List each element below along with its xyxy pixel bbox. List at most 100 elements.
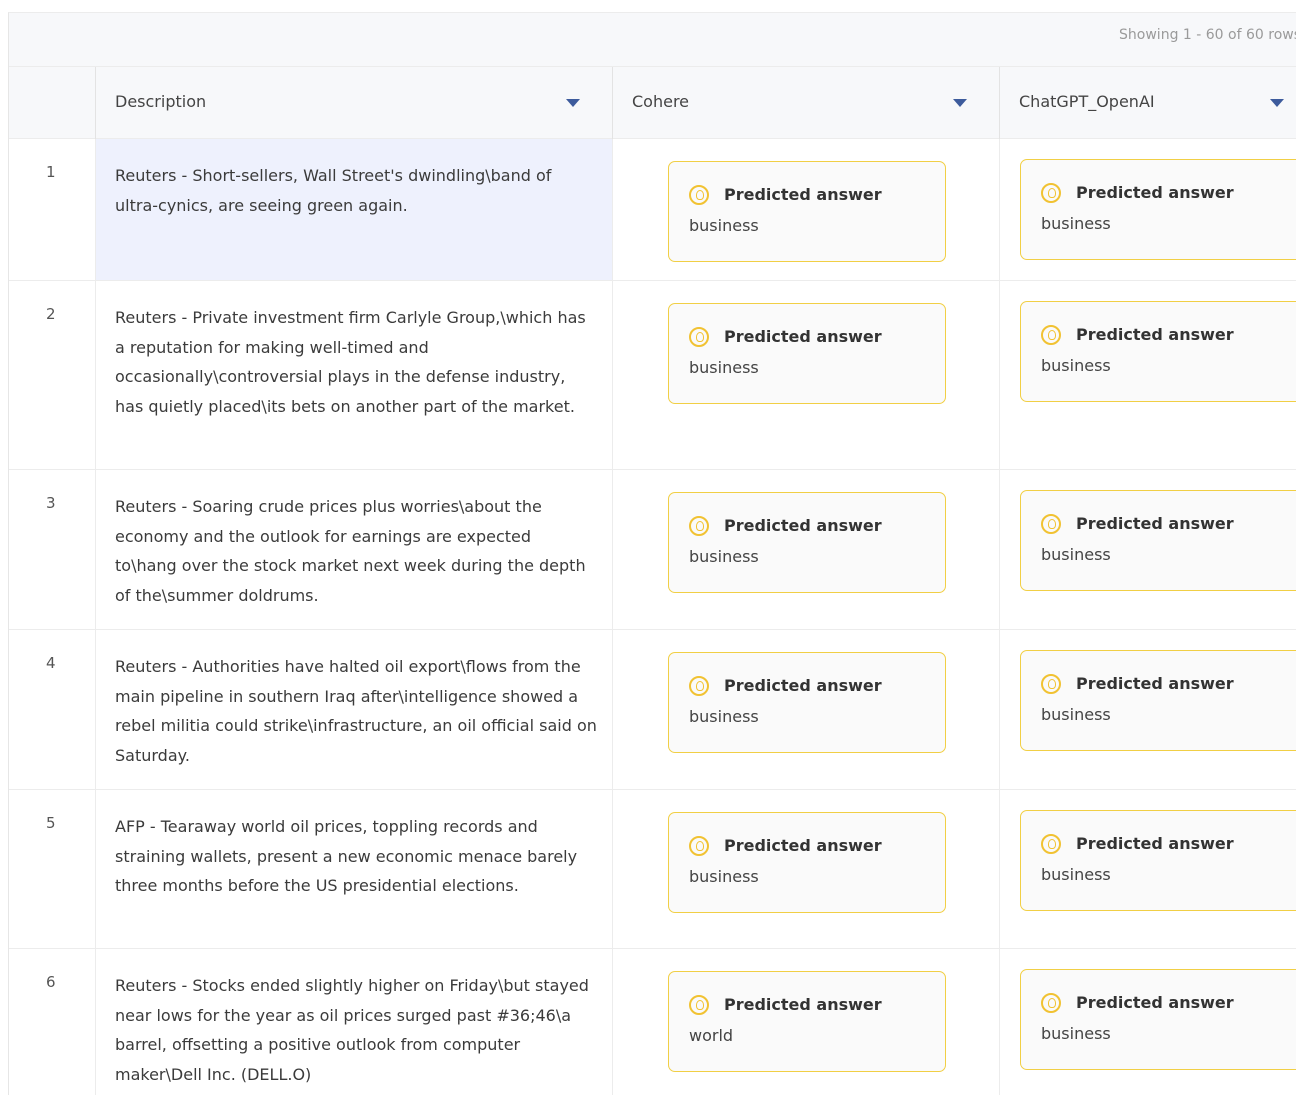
description-text: Reuters - Private investment firm Carlyl…: [115, 308, 586, 416]
cohere-cell: Predicted answer world: [612, 949, 999, 1095]
predicted-answer-card[interactable]: Predicted answer business: [668, 812, 946, 913]
row-index-cell: 1: [9, 139, 95, 280]
table-header: Description Cohere ChatGPT_OpenAI: [9, 67, 1296, 139]
table-row[interactable]: 1 Reuters - Short-sellers, Wall Street's…: [9, 139, 1296, 281]
sort-dropdown-icon[interactable]: [953, 99, 967, 107]
chatgpt-cell: Predicted answer business: [999, 790, 1296, 948]
sort-dropdown-icon[interactable]: [1270, 99, 1284, 107]
table-row[interactable]: 6 Reuters - Stocks ended slightly higher…: [9, 949, 1296, 1095]
lightbulb-icon: [1041, 993, 1061, 1013]
predicted-answer-title: Predicted answer: [724, 516, 882, 535]
predicted-answer-value: business: [1041, 214, 1111, 233]
row-index-cell: 3: [9, 470, 95, 629]
predicted-answer-value: business: [1041, 545, 1111, 564]
predicted-answer-value: business: [689, 867, 759, 886]
cohere-cell: Predicted answer business: [612, 790, 999, 948]
description-cell[interactable]: Reuters - Stocks ended slightly higher o…: [95, 949, 613, 1095]
cohere-cell: Predicted answer business: [612, 630, 999, 789]
lightbulb-icon: [689, 327, 709, 347]
description-cell[interactable]: Reuters - Authorities have halted oil ex…: [95, 630, 613, 789]
lightbulb-icon: [1041, 183, 1061, 203]
table-row[interactable]: 5 AFP - Tearaway world oil prices, toppl…: [9, 790, 1296, 949]
chatgpt-cell: Predicted answer business: [999, 949, 1296, 1095]
chatgpt-cell: Predicted answer business: [999, 281, 1296, 469]
predicted-answer-title: Predicted answer: [1076, 183, 1234, 202]
predicted-answer-value: business: [689, 707, 759, 726]
row-index: 5: [46, 814, 56, 832]
lightbulb-icon: [1041, 834, 1061, 854]
predicted-answer-value: business: [689, 358, 759, 377]
predicted-answer-value: business: [1041, 705, 1111, 724]
predicted-answer-title: Predicted answer: [1076, 325, 1234, 344]
predicted-answer-card[interactable]: Predicted answer business: [668, 492, 946, 593]
results-table: Showing 1 - 60 of 60 rows Description Co…: [8, 12, 1296, 1095]
lightbulb-icon: [1041, 674, 1061, 694]
table-row[interactable]: 2 Reuters - Private investment firm Carl…: [9, 281, 1296, 470]
row-index-cell: 6: [9, 949, 95, 1095]
cohere-cell: Predicted answer business: [612, 470, 999, 629]
predicted-answer-value: world: [689, 1026, 734, 1045]
row-index-cell: 2: [9, 281, 95, 469]
table-row[interactable]: 4 Reuters - Authorities have halted oil …: [9, 630, 1296, 790]
row-index-cell: 4: [9, 630, 95, 789]
description-text: Reuters - Soaring crude prices plus worr…: [115, 497, 586, 605]
row-count-label: Showing 1 - 60 of 60 rows: [1119, 27, 1296, 43]
lightbulb-icon: [689, 516, 709, 536]
predicted-answer-card[interactable]: Predicted answer business: [1020, 810, 1296, 911]
row-index: 1: [46, 163, 56, 181]
predicted-answer-value: business: [1041, 865, 1111, 884]
row-index: 3: [46, 494, 56, 512]
cohere-cell: Predicted answer business: [612, 281, 999, 469]
predicted-answer-title: Predicted answer: [724, 185, 882, 204]
description-text: AFP - Tearaway world oil prices, topplin…: [115, 817, 578, 896]
column-header-cohere[interactable]: Cohere: [612, 67, 999, 139]
lightbulb-icon: [689, 836, 709, 856]
table-toolbar: Showing 1 - 60 of 60 rows: [9, 13, 1296, 67]
predicted-answer-card[interactable]: Predicted answer business: [1020, 159, 1296, 260]
column-header-chatgpt[interactable]: ChatGPT_OpenAI: [999, 67, 1296, 139]
predicted-answer-card[interactable]: Predicted answer business: [1020, 301, 1296, 402]
chatgpt-cell: Predicted answer business: [999, 630, 1296, 789]
predicted-answer-card[interactable]: Predicted answer world: [668, 971, 946, 1072]
predicted-answer-card[interactable]: Predicted answer business: [668, 161, 946, 262]
predicted-answer-card[interactable]: Predicted answer business: [668, 652, 946, 753]
description-text: Reuters - Authorities have halted oil ex…: [115, 657, 597, 765]
column-header-label: ChatGPT_OpenAI: [1019, 92, 1155, 111]
column-header-label: Cohere: [632, 92, 690, 111]
sort-dropdown-icon[interactable]: [566, 99, 580, 107]
predicted-answer-value: business: [689, 547, 759, 566]
predicted-answer-value: business: [1041, 356, 1111, 375]
predicted-answer-title: Predicted answer: [1076, 834, 1234, 853]
description-cell[interactable]: Reuters - Soaring crude prices plus worr…: [95, 470, 613, 629]
predicted-answer-title: Predicted answer: [724, 327, 882, 346]
predicted-answer-card[interactable]: Predicted answer business: [1020, 969, 1296, 1070]
predicted-answer-value: business: [689, 216, 759, 235]
predicted-answer-card[interactable]: Predicted answer business: [1020, 650, 1296, 751]
row-index: 6: [46, 973, 56, 991]
table-row[interactable]: 3 Reuters - Soaring crude prices plus wo…: [9, 470, 1296, 630]
predicted-answer-card[interactable]: Predicted answer business: [668, 303, 946, 404]
index-column-header: [9, 67, 95, 139]
row-index: 2: [46, 305, 56, 323]
description-cell[interactable]: AFP - Tearaway world oil prices, topplin…: [95, 790, 613, 948]
lightbulb-icon: [1041, 514, 1061, 534]
predicted-answer-title: Predicted answer: [1076, 514, 1234, 533]
predicted-answer-card[interactable]: Predicted answer business: [1020, 490, 1296, 591]
row-index: 4: [46, 654, 56, 672]
predicted-answer-title: Predicted answer: [1076, 674, 1234, 693]
column-header-description[interactable]: Description: [95, 67, 613, 139]
description-text: Reuters - Stocks ended slightly higher o…: [115, 976, 589, 1084]
predicted-answer-title: Predicted answer: [724, 676, 882, 695]
lightbulb-icon: [689, 995, 709, 1015]
chatgpt-cell: Predicted answer business: [999, 470, 1296, 629]
predicted-answer-title: Predicted answer: [1076, 993, 1234, 1012]
cohere-cell: Predicted answer business: [612, 139, 999, 280]
column-header-label: Description: [115, 92, 207, 111]
lightbulb-icon: [1041, 325, 1061, 345]
description-cell[interactable]: Reuters - Private investment firm Carlyl…: [95, 281, 613, 469]
predicted-answer-title: Predicted answer: [724, 995, 882, 1014]
description-cell[interactable]: Reuters - Short-sellers, Wall Street's d…: [95, 139, 613, 280]
predicted-answer-title: Predicted answer: [724, 836, 882, 855]
chatgpt-cell: Predicted answer business: [999, 139, 1296, 280]
predicted-answer-value: business: [1041, 1024, 1111, 1043]
